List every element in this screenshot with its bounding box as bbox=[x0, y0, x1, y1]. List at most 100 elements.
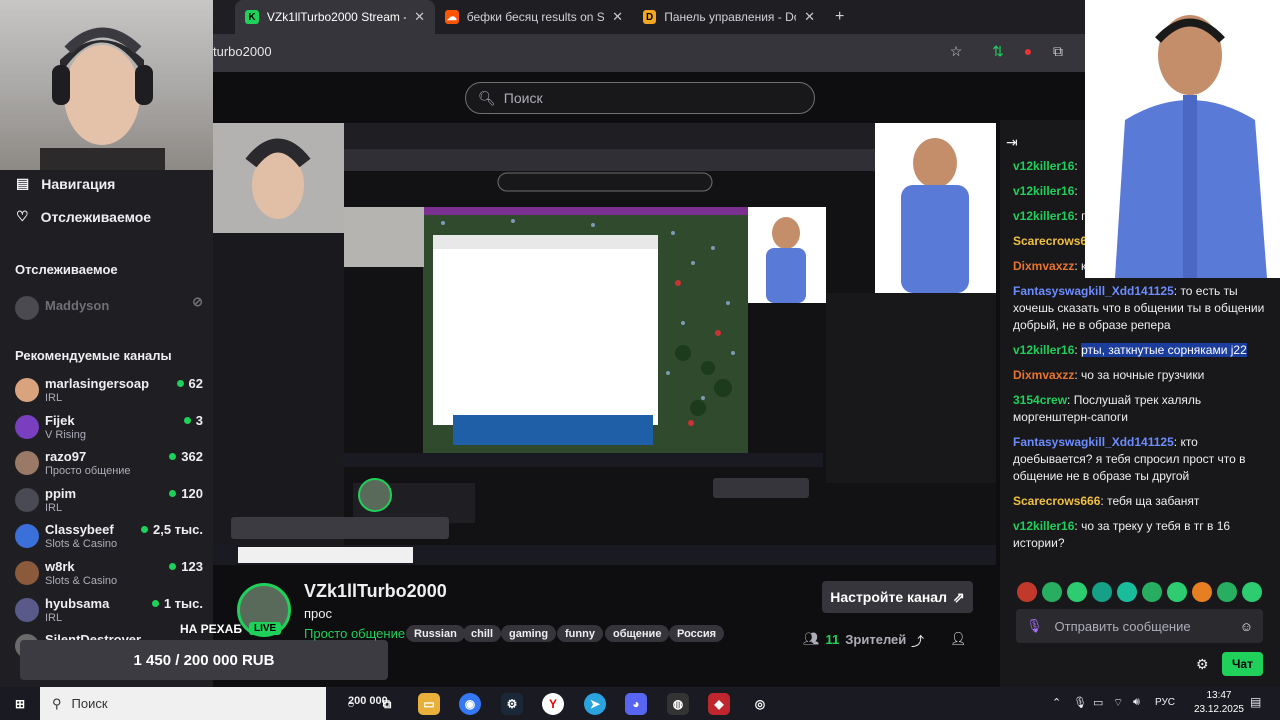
extension-badge-icon[interactable]: ● bbox=[1018, 43, 1038, 63]
recommended-channel[interactable]: razo97 Просто общение 362 bbox=[15, 449, 205, 483]
chat-message: v12killer16: рты, заткнутые сорняками j2… bbox=[1013, 342, 1265, 359]
emote-icon[interactable] bbox=[1017, 582, 1037, 602]
new-tab-button[interactable]: + bbox=[825, 0, 855, 34]
chat-message: Scarecrows666: тебя ща забанят bbox=[1013, 493, 1265, 510]
chat-username[interactable]: Fantasyswagkill_Xdd141125 bbox=[1013, 284, 1174, 298]
browser-tab-donation[interactable]: D Панель управления - Donation ✕ bbox=[633, 0, 825, 34]
windows-start-icon[interactable]: ⊞ bbox=[9, 693, 31, 715]
volume-icon[interactable]: 🔊︎ bbox=[1133, 696, 1140, 709]
chat-username[interactable]: v12killer16 bbox=[1013, 209, 1074, 223]
chrome-icon[interactable]: ◉ bbox=[459, 693, 481, 715]
tab-label: VZk1llTurbo2000 Stream - Watch bbox=[266, 10, 406, 24]
close-tab-icon[interactable]: ✕ bbox=[612, 9, 623, 25]
taskbar-search[interactable]: ⚲ Поиск bbox=[40, 687, 326, 720]
avatar bbox=[15, 561, 39, 585]
nav-item-navigation[interactable]: ▤ Навигация bbox=[16, 175, 115, 192]
chat-username[interactable]: 3154crew bbox=[1013, 393, 1067, 407]
live-dot-icon bbox=[183, 416, 191, 424]
telegram-icon[interactable]: ➤ bbox=[584, 693, 606, 715]
chat-send-button[interactable]: Чат bbox=[1222, 652, 1263, 676]
viewer-number: 362 bbox=[181, 449, 203, 465]
chat-username[interactable]: Dixmvaxzz bbox=[1013, 368, 1074, 382]
notifications-icon[interactable]: ▤ bbox=[1250, 695, 1261, 709]
emote-icon[interactable] bbox=[1042, 582, 1062, 602]
offline-icon: ⊘ bbox=[192, 294, 203, 309]
search-input[interactable]: 🔍︎ Поиск bbox=[465, 82, 815, 114]
chat-username[interactable]: v12killer16 bbox=[1013, 519, 1074, 533]
microphone-tray-icon[interactable]: 🎙︎ bbox=[1073, 696, 1087, 709]
browser-tab-soundcloud[interactable]: ☁ бефки бесяц results on SoundCloud ✕ bbox=[435, 0, 633, 34]
chat-username[interactable]: v12killer16 bbox=[1013, 343, 1074, 357]
obs-icon[interactable]: ◍ bbox=[667, 693, 689, 715]
cortana-icon[interactable]: ○ bbox=[340, 693, 362, 715]
settings-gear-icon[interactable]: ⚙ bbox=[1196, 656, 1209, 673]
chat-username[interactable]: Fantasyswagkill_Xdd141125 bbox=[1013, 435, 1174, 449]
emote-icon[interactable] bbox=[1217, 582, 1237, 602]
chat-username[interactable]: Dixmvaxzz bbox=[1013, 259, 1074, 273]
tab-label: бефки бесяц results on SoundCloud bbox=[466, 10, 605, 24]
recommended-channel[interactable]: Classybeef Slots & Casino 2,5 тыс. bbox=[15, 522, 205, 556]
emote-icon[interactable] bbox=[1142, 582, 1162, 602]
recommended-channel[interactable]: marlasingersoap IRL 62 bbox=[15, 376, 205, 410]
steam-icon[interactable]: ⚙ bbox=[501, 693, 523, 715]
chat-username[interactable]: v12killer16 bbox=[1013, 184, 1074, 198]
language-indicator[interactable]: РУС bbox=[1155, 697, 1175, 708]
follow-user-icon[interactable]: 👤︎ bbox=[950, 631, 967, 647]
close-tab-icon[interactable]: ✕ bbox=[414, 9, 425, 25]
emote-icon[interactable] bbox=[1192, 582, 1212, 602]
followed-channel-maddyson[interactable]: Maddyson ⊘ bbox=[15, 294, 205, 328]
recommended-channel[interactable]: w8rk Slots & Casino 123 bbox=[15, 559, 205, 593]
setup-channel-button[interactable]: Настройте канал ⇗ bbox=[822, 581, 973, 613]
app-icon[interactable]: ◎ bbox=[749, 693, 771, 715]
stream-tag[interactable]: chill bbox=[463, 625, 502, 642]
live-dot-icon bbox=[151, 599, 159, 607]
nav-item-following[interactable]: ♡ Отслеживаемое bbox=[16, 208, 151, 225]
stream-tag[interactable]: общение bbox=[605, 625, 670, 642]
antivirus-icon[interactable]: ◆ bbox=[708, 693, 730, 715]
discord-icon[interactable]: ◕ bbox=[625, 693, 647, 715]
chat-username[interactable]: v12killer16 bbox=[1013, 159, 1074, 173]
recommended-channel[interactable]: hyubsama IRL 1 тыс. bbox=[15, 596, 205, 630]
chat-input[interactable]: 🎙︎ Отправить сообщение ☺ bbox=[1016, 609, 1263, 643]
live-dot-icon bbox=[176, 380, 184, 387]
chat-message: v12killer16: чо за треку у тебя в тг в 1… bbox=[1013, 518, 1265, 552]
extension-icon[interactable]: ⇅ bbox=[988, 43, 1008, 63]
chat-placeholder: Отправить сообщение bbox=[1054, 618, 1191, 634]
task-view-icon[interactable]: ⧉ bbox=[376, 693, 398, 715]
emote-icon[interactable] bbox=[1092, 582, 1112, 602]
recommended-channel[interactable]: ppim IRL 120 bbox=[15, 486, 205, 520]
chat-separator: : bbox=[1067, 393, 1074, 407]
emote-icon[interactable] bbox=[1117, 582, 1137, 602]
yandex-browser-icon[interactable]: Y bbox=[542, 693, 564, 715]
chat-separator: : bbox=[1074, 184, 1078, 198]
taskbar-clock[interactable]: 13:47 23.12.2025 bbox=[1194, 689, 1244, 717]
emote-icon[interactable] bbox=[1242, 582, 1262, 602]
soundcloud-favicon-icon: ☁ bbox=[445, 10, 459, 24]
extensions-puzzle-icon[interactable]: ⧉ bbox=[1048, 43, 1068, 63]
collapse-chat-icon[interactable]: ⇥ bbox=[1006, 134, 1018, 151]
emoji-icon[interactable]: ☺ bbox=[1240, 619, 1253, 634]
emote-icon[interactable] bbox=[1067, 582, 1087, 602]
stream-tag[interactable]: gaming bbox=[501, 625, 557, 642]
clock-date: 23.12.2025 bbox=[1193, 704, 1244, 715]
url-field[interactable]: turbo2000 bbox=[213, 44, 272, 59]
stream-tag[interactable]: funny bbox=[557, 625, 603, 642]
microphone-icon[interactable]: 🎙︎ bbox=[1026, 618, 1043, 634]
battery-icon[interactable]: ▭ bbox=[1093, 696, 1103, 709]
wifi-icon[interactable]: ⌔ bbox=[1113, 696, 1123, 710]
tray-chevron-icon[interactable]: ⌃ bbox=[1052, 696, 1061, 709]
close-tab-icon[interactable]: ✕ bbox=[804, 9, 815, 25]
stream-category[interactable]: Просто общение bbox=[304, 626, 405, 641]
share-icon[interactable]: ⤴ bbox=[911, 631, 924, 650]
emote-icon[interactable] bbox=[1167, 582, 1187, 602]
stream-tag[interactable]: Russian bbox=[406, 625, 465, 642]
recommended-channel[interactable]: Fijek V Rising 3 bbox=[15, 413, 205, 447]
browser-tab-twitch[interactable]: K VZk1llTurbo2000 Stream - Watch ✕ bbox=[235, 0, 435, 34]
video-player[interactable] bbox=[213, 123, 996, 565]
stream-tag[interactable]: Россия bbox=[669, 625, 725, 642]
chat-username[interactable]: Scarecrows666 bbox=[1013, 494, 1100, 508]
file-explorer-icon[interactable]: ▭ bbox=[418, 693, 440, 715]
viewer-count: 👥︎ 11 Зрителей bbox=[803, 631, 906, 647]
streamer-name[interactable]: VZk1llTurbo2000 bbox=[304, 581, 447, 602]
bookmark-star-icon[interactable]: ☆ bbox=[946, 43, 966, 63]
